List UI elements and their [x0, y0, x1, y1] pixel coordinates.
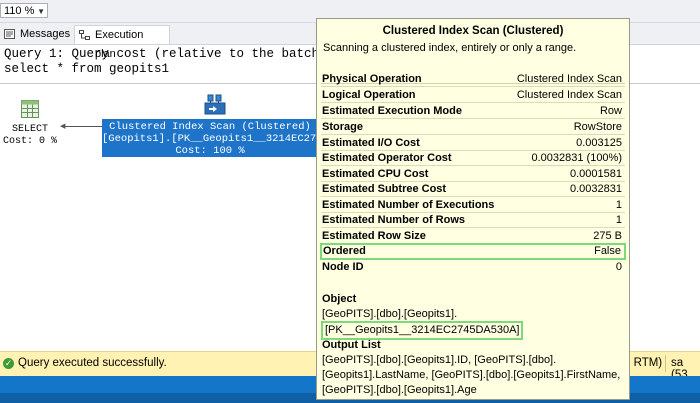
property-row: Storage RowStore	[321, 120, 625, 135]
property-value: 1	[615, 214, 622, 226]
output-list-line: [GeoPITS].[dbo].[Geopits1].ID, [GeoPITS]…	[322, 354, 557, 366]
property-row: Estimated CPU Cost 0.0001581	[321, 167, 625, 182]
property-row-highlighted: Ordered False	[320, 243, 626, 260]
property-row: Estimated I/O Cost 0.003125	[321, 136, 625, 151]
arrow-head-icon: ◀	[60, 123, 66, 130]
property-key: Estimated Row Size	[322, 230, 426, 242]
select-label: SELECT	[11, 124, 48, 135]
property-value: 0.0032831 (100%)	[531, 152, 622, 164]
row-divider	[321, 196, 625, 197]
clustered-index-scan-icon	[204, 94, 226, 115]
object-heading: Object	[322, 293, 357, 305]
property-value: 0	[615, 261, 622, 273]
row-divider	[321, 227, 625, 228]
tab-messages-label: Messages	[20, 28, 71, 40]
row-divider	[321, 118, 625, 119]
property-row: Estimated Operator Cost 0.0032831 (100%)	[321, 151, 625, 166]
property-row: Estimated Subtree Cost 0.0032831	[321, 182, 625, 197]
object-index-name-highlighted: [PK__Geopits1__3214EC2745DA530A]	[321, 321, 524, 340]
scan-node-cost: Cost: 100 %	[175, 145, 245, 157]
query-cost-header: Query 1: Query cost (relative to the bat…	[4, 47, 320, 61]
clustered-index-scan-operator[interactable]: Clustered Index Scan (Clustered) [Geopit…	[102, 119, 318, 157]
select-cost: Cost: 0 %	[2, 136, 57, 147]
property-value: 0.0032831	[570, 183, 622, 195]
property-key: Estimated Execution Mode	[322, 105, 462, 117]
chevron-down-icon: ▼	[37, 7, 45, 16]
property-value: 0.003125	[576, 137, 622, 149]
tab-messages[interactable]: Messages	[0, 25, 72, 44]
select-operator[interactable]: SELECT Cost: 0 %	[2, 100, 58, 148]
status-message: Query executed successfully.	[18, 357, 167, 369]
property-key: Estimated I/O Cost	[322, 137, 420, 149]
property-row: Estimated Execution Mode Row	[321, 104, 625, 119]
property-row: Physical Operation Clustered Index Scan	[321, 72, 625, 87]
scan-node-title: Clustered Index Scan (Clustered)	[109, 121, 311, 133]
property-row: Estimated Number of Rows 1	[321, 213, 625, 228]
operator-tooltip: Clustered Index Scan (Clustered) Scannin…	[316, 18, 630, 400]
property-key: Logical Operation	[322, 89, 416, 101]
plan-connector-arrow	[62, 126, 104, 127]
property-key: Estimated Operator Cost	[322, 152, 452, 164]
row-divider	[321, 165, 625, 166]
property-value: 0.0001581	[570, 168, 622, 180]
property-row: Node ID 0	[321, 260, 625, 274]
output-list-line: [GeoPITS].[dbo].[Geopits1].Age	[322, 384, 477, 396]
row-divider	[321, 86, 625, 87]
output-list-heading: Output List	[322, 339, 381, 351]
property-key: Ordered	[323, 245, 366, 257]
object-line: [GeoPITS].[dbo].[Geopits1].	[322, 308, 458, 320]
property-row: Estimated Row Size 275 B	[321, 229, 625, 244]
query-text: Query 1: Query cost (relative to the bat…	[4, 47, 319, 77]
query-sql: select * from geopits1	[4, 62, 170, 76]
property-value: 1	[615, 199, 622, 211]
property-value: RowStore	[573, 121, 622, 133]
property-key: Estimated Number of Rows	[322, 214, 466, 226]
select-table-icon	[21, 100, 39, 118]
property-key: Storage	[322, 121, 363, 133]
property-key: Physical Operation	[322, 73, 422, 85]
scan-node-object: [Geopits1].[PK__Geopits1__3214EC2745DA53…	[102, 133, 318, 145]
property-key: Estimated Subtree Cost	[322, 183, 447, 195]
property-value: 275 B	[593, 230, 622, 242]
status-divider	[665, 355, 666, 372]
zoom-dropdown[interactable]: 110 % ▼	[0, 3, 48, 18]
execution-plan-icon	[79, 30, 90, 40]
property-value: False	[594, 245, 621, 257]
tooltip-description: Scanning a clustered index, entirely or …	[323, 42, 577, 54]
property-key: Node ID	[322, 261, 364, 273]
property-key: Estimated CPU Cost	[322, 168, 429, 180]
zoom-value: 110 %	[4, 5, 35, 17]
messages-icon	[4, 29, 15, 39]
property-value: Row	[599, 105, 622, 117]
property-value: Clustered Index Scan	[516, 89, 622, 101]
row-divider	[321, 134, 625, 135]
tab-execution-plan[interactable]: Execution plan	[74, 25, 170, 60]
tooltip-title: Clustered Index Scan (Clustered)	[382, 25, 564, 37]
property-row: Logical Operation Clustered Index Scan	[321, 88, 625, 103]
output-list-line: [Geopits1].LastName, [GeoPITS].[dbo].[Ge…	[322, 369, 621, 381]
row-divider	[321, 102, 625, 103]
property-row: Estimated Number of Executions 1	[321, 198, 625, 213]
success-check-icon: ✓	[3, 358, 14, 369]
property-key: Estimated Number of Executions	[322, 199, 495, 211]
property-value: Clustered Index Scan	[516, 73, 622, 85]
